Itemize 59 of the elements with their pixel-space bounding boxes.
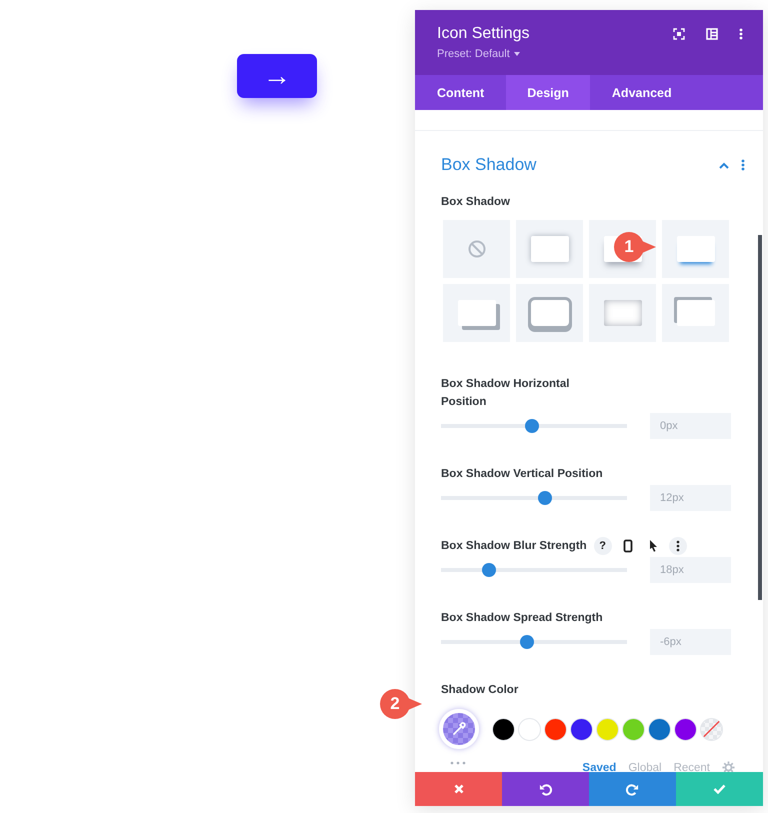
help-button[interactable]: ?	[594, 537, 612, 555]
shadow-preview-icon	[530, 236, 568, 262]
no-color-swatch[interactable]	[700, 718, 723, 740]
color-swatch[interactable]	[492, 718, 515, 740]
field-label: Box Shadow Vertical Position	[441, 467, 603, 482]
panel-title: Icon Settings	[437, 25, 530, 43]
field-label: Shadow Color	[441, 683, 518, 698]
slider-thumb[interactable]	[482, 563, 496, 577]
more-icon[interactable]	[668, 537, 687, 555]
ellipsis-icon[interactable]	[450, 760, 466, 764]
checkmark-icon	[713, 784, 726, 794]
field-label: Box Shadow Horizontal Position	[441, 377, 570, 410]
chevron-icon[interactable]	[719, 162, 729, 168]
color-swatch[interactable]	[622, 718, 645, 740]
preset-dropdown[interactable]: Preset: Default	[437, 48, 520, 60]
field-label: Box Shadow Blur Strength	[441, 539, 587, 554]
redo-icon	[626, 782, 639, 796]
undo-button[interactable]	[502, 772, 589, 806]
color-swatch[interactable]	[674, 718, 697, 740]
shadow-preview-icon	[530, 300, 568, 326]
caret-icon	[514, 52, 520, 56]
shadow-preview-icon	[676, 300, 714, 326]
close-icon	[454, 784, 464, 794]
value-input[interactable]: 0px	[650, 413, 731, 439]
shadow-preset-option[interactable]	[516, 284, 583, 342]
more-icon[interactable]	[739, 28, 743, 40]
prohibited-icon	[468, 240, 486, 258]
undo-icon	[539, 782, 552, 796]
section-title[interactable]: Box Shadow	[441, 155, 536, 175]
arrow-button[interactable]: →	[237, 54, 317, 98]
tab[interactable]: Advanced	[590, 75, 694, 110]
value-input[interactable]: 18px	[650, 557, 731, 583]
palette-tab[interactable]: Recent	[674, 762, 710, 772]
color-swatch[interactable]	[518, 718, 541, 740]
slider-thumb[interactable]	[525, 419, 540, 433]
field-label: Box Shadow	[441, 195, 510, 210]
color-swatch[interactable]	[570, 718, 593, 740]
shadow-preview-icon	[458, 300, 496, 326]
color-swatch[interactable]	[596, 718, 619, 740]
color-swatch[interactable]	[544, 718, 567, 740]
value-input[interactable]: -6px	[650, 629, 731, 655]
palette-tab[interactable]: Global	[628, 762, 662, 772]
palette-tab[interactable]: Saved	[582, 762, 616, 772]
shadow-preset-option[interactable]	[662, 284, 729, 342]
slider-thumb[interactable]	[538, 491, 552, 505]
step-callout: 1	[614, 232, 656, 262]
eyedropper-icon	[451, 721, 467, 737]
slider-thumb[interactable]	[520, 635, 534, 649]
tab[interactable]: Content	[415, 75, 506, 110]
shadow-preview-icon	[676, 236, 714, 262]
field-label: Box Shadow Spread Strength	[441, 611, 603, 626]
shadow-preset-option[interactable]	[443, 284, 510, 342]
color-swatch[interactable]	[648, 718, 671, 740]
shadow-preview-icon	[604, 300, 642, 326]
tab[interactable]: Design	[506, 75, 590, 110]
layout-icon[interactable]	[706, 28, 718, 40]
step-callout: 2	[380, 689, 422, 719]
focus-icon[interactable]	[673, 28, 685, 40]
value-input[interactable]: 12px	[650, 485, 731, 511]
